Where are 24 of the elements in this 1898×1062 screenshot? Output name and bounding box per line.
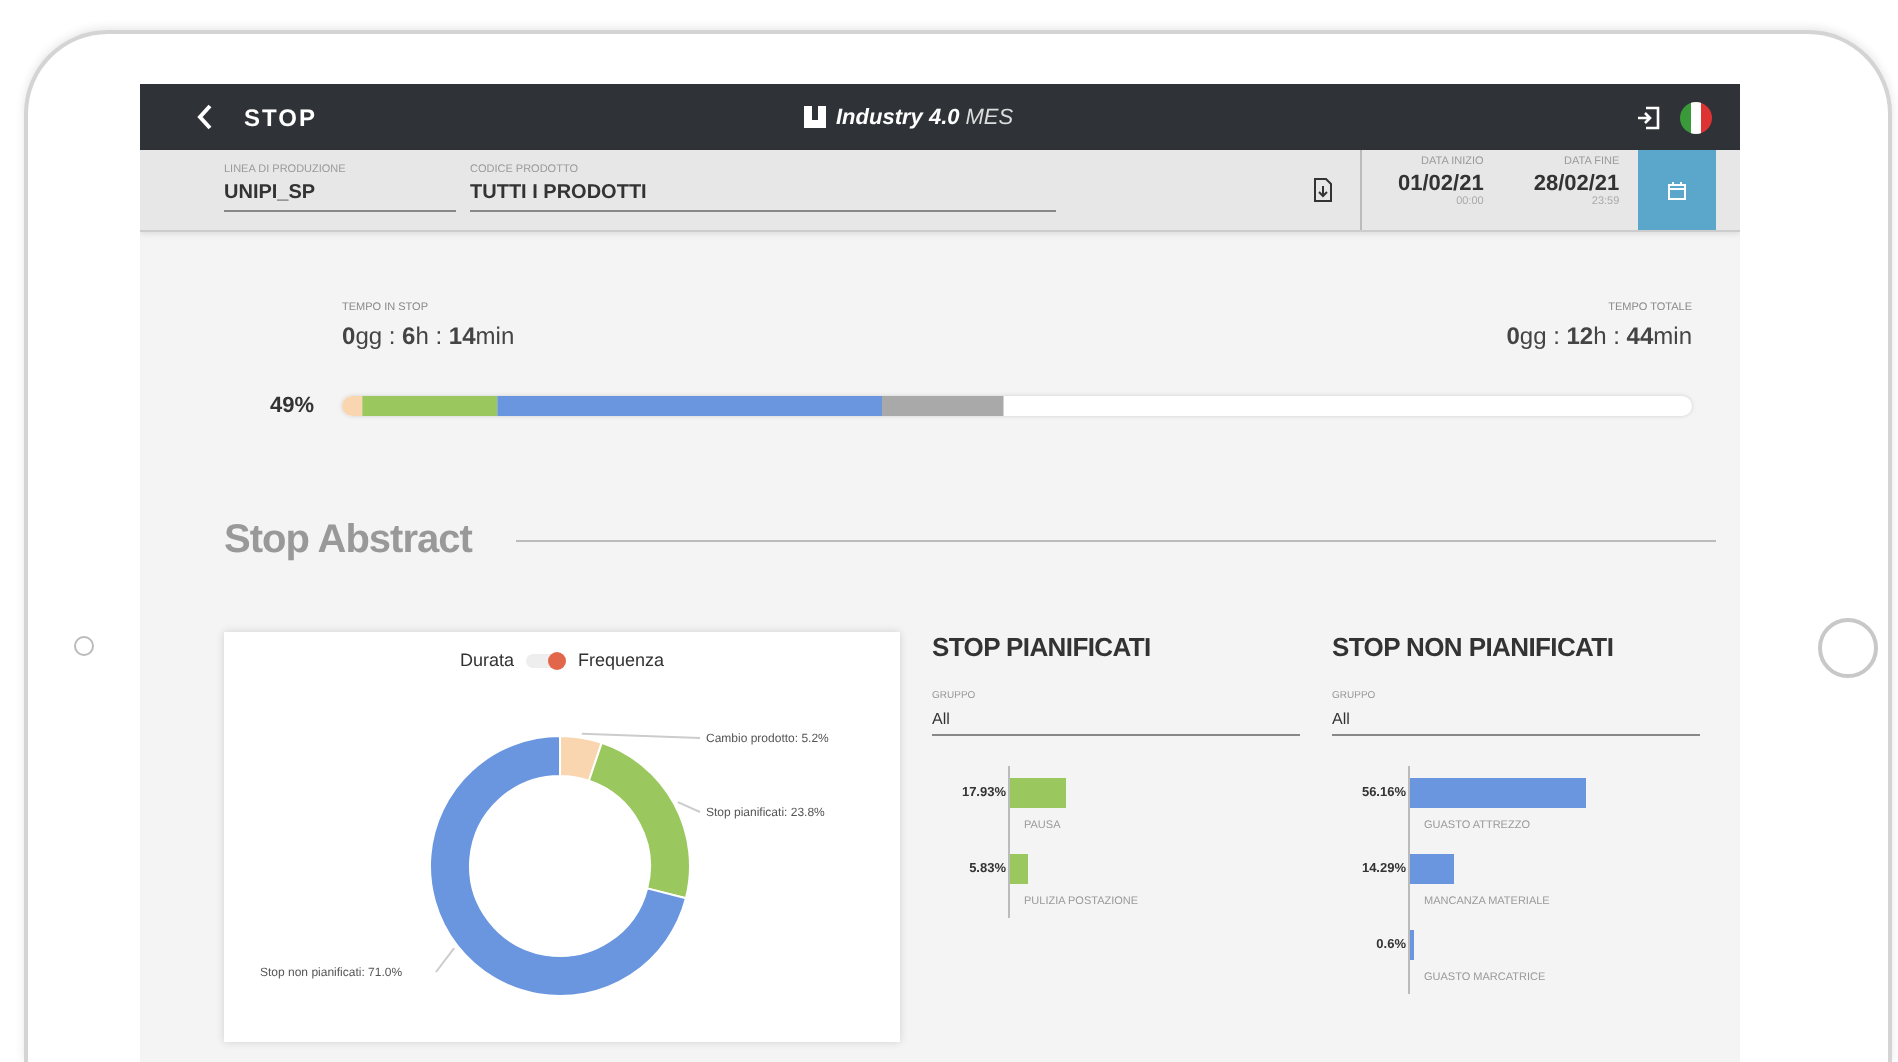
camera-dot [74,636,94,656]
logo-icon [804,106,826,128]
page-title: STOP [244,103,319,131]
leader-line [580,732,701,739]
panel-title: STOP PIANIFICATI [932,632,1153,662]
toggle-label: Frequenza [577,650,665,670]
app-name: Industry 4.0 MES [836,105,1014,129]
date-value[interactable]: 28/02/21 [1533,172,1620,196]
leader-line [435,947,456,973]
section-title: Stop Abstract [224,518,472,564]
date-value[interactable]: 01/02/21 [1398,172,1484,196]
italy-flag-icon[interactable] [1680,101,1712,133]
toggle-switch[interactable] [525,651,566,669]
time-value: 0gg : 12h : 44min [1506,322,1692,350]
time-value: 0gg : 6h : 14min [342,322,515,350]
calendar-button[interactable] [1637,150,1716,230]
logout-icon[interactable] [1636,105,1660,129]
file-download-icon[interactable] [1314,178,1332,202]
calendar-icon [1667,181,1686,199]
leader-line [676,801,701,813]
panel-title: STOP NON PIANIFICATI [1332,632,1616,662]
back-icon[interactable] [196,104,212,130]
toggle-label: Durata [459,650,514,670]
percent-label: 49% [267,394,314,418]
